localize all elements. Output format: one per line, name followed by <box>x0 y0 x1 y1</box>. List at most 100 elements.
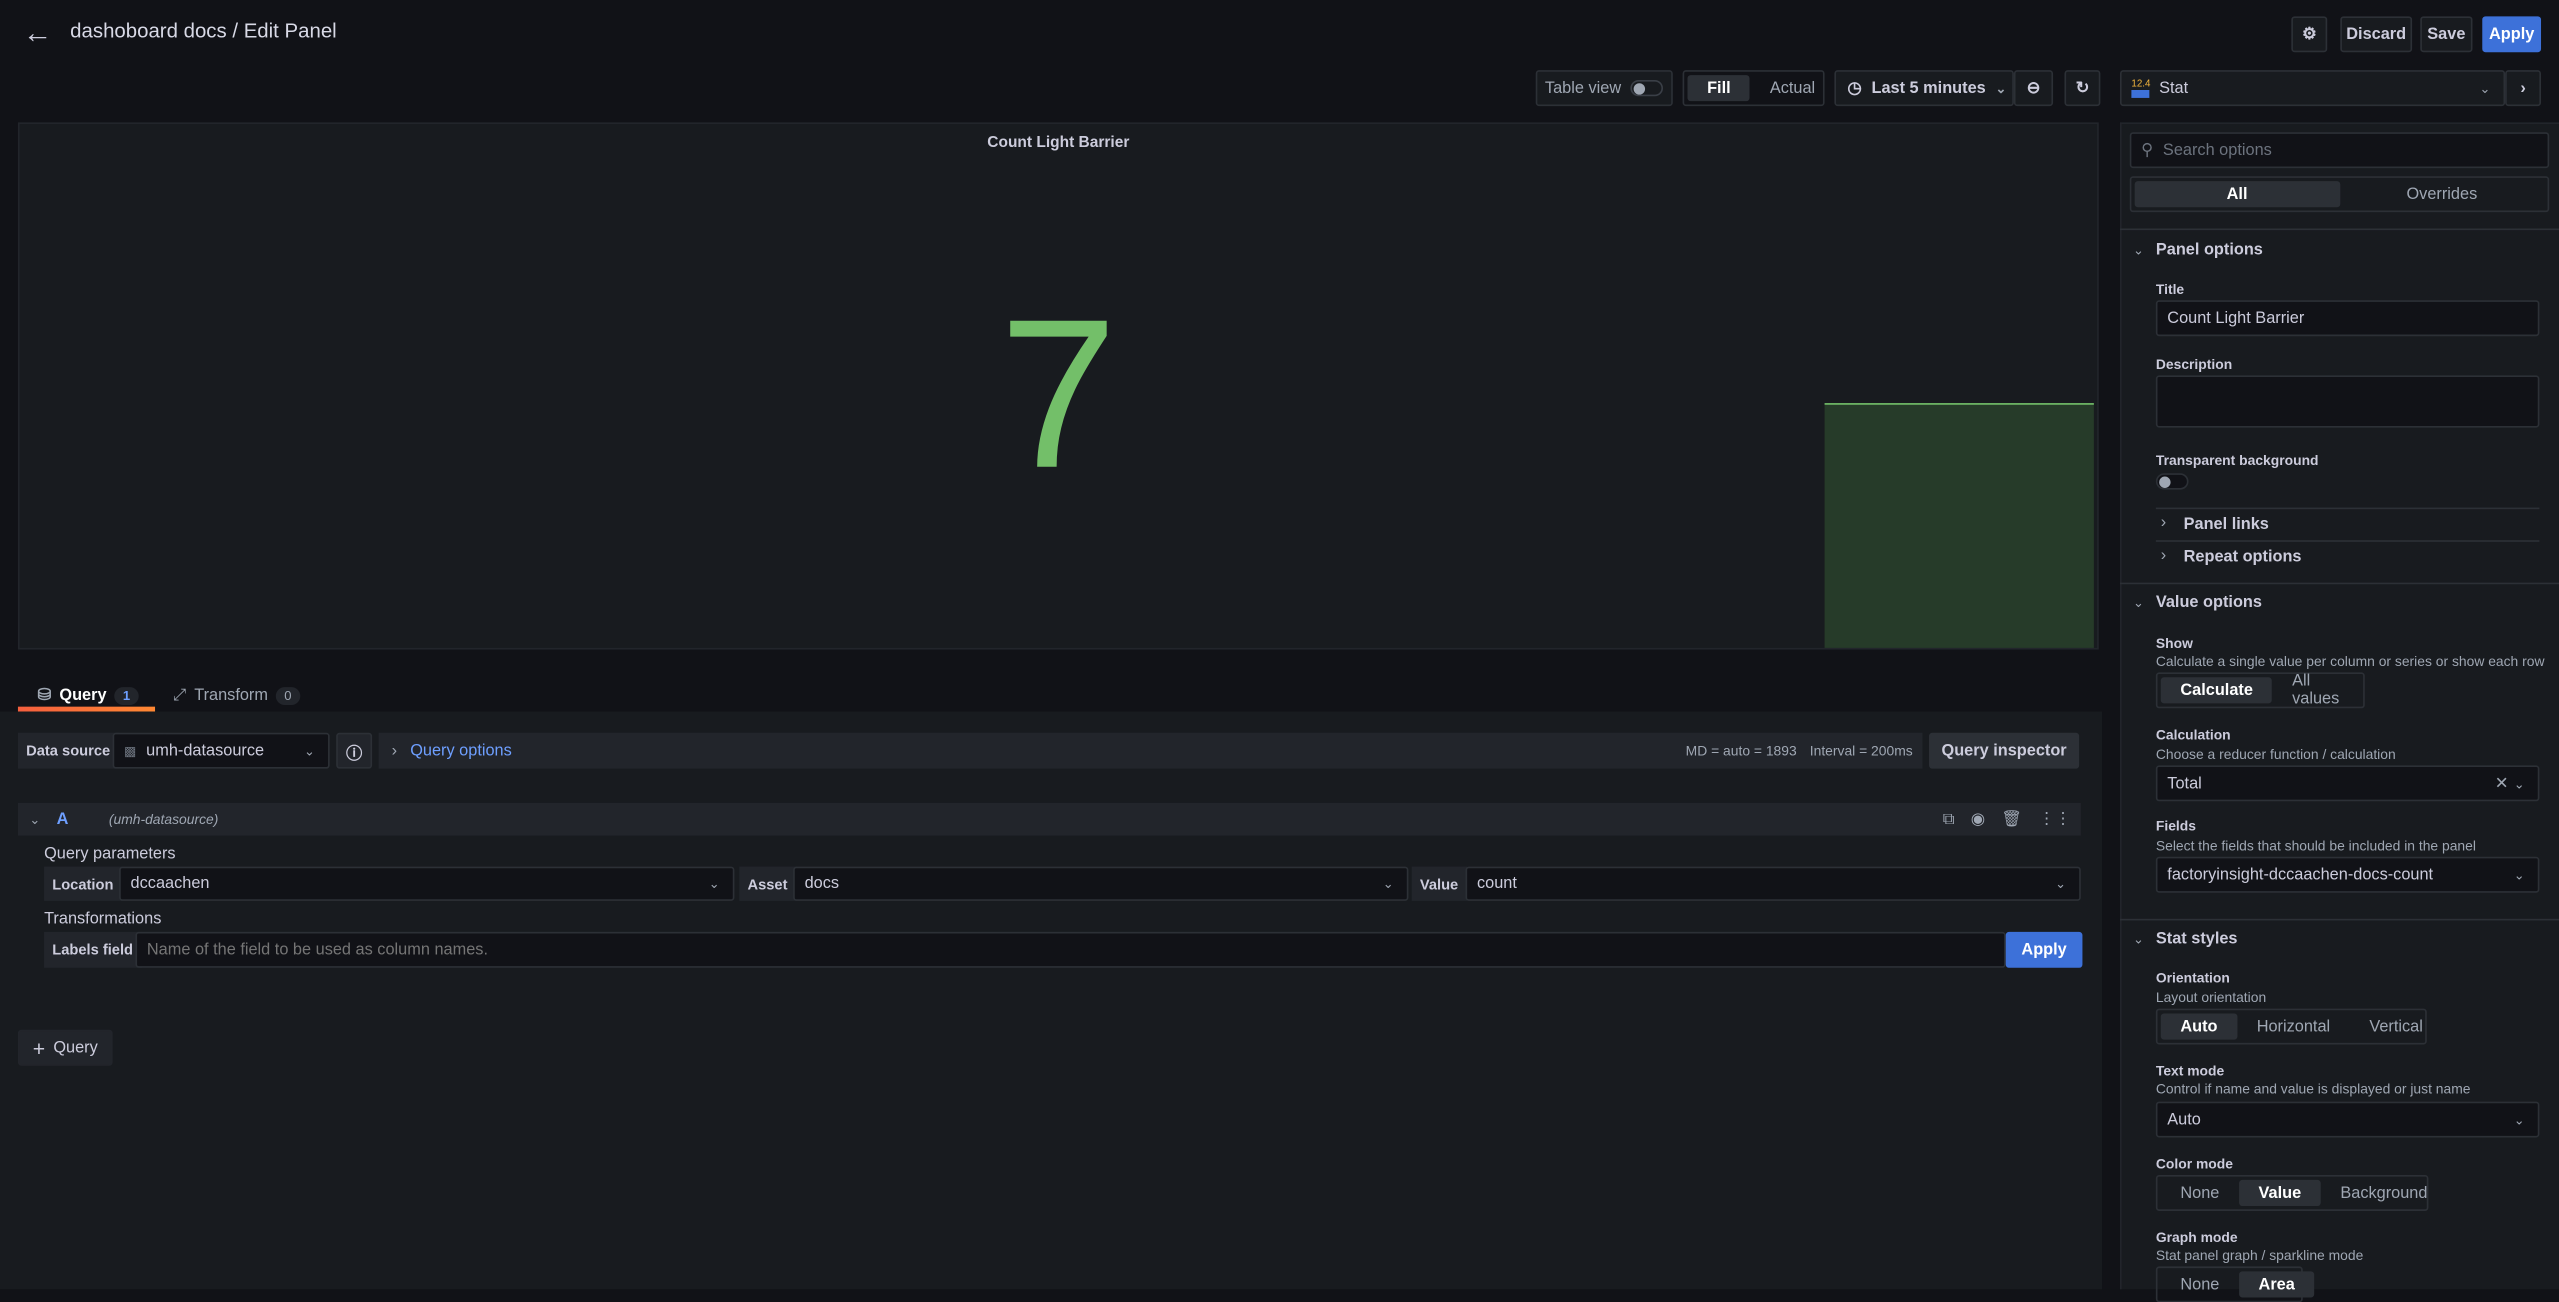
query-options-bar[interactable]: › Query options MD = auto = 1893 Interva… <box>378 732 1923 769</box>
fill-option[interactable]: Fill <box>1687 75 1751 102</box>
orientation-radio-group[interactable]: Auto Horizontal Vertical <box>2155 1008 2427 1045</box>
graph-mode-none-option[interactable]: None <box>2161 1271 2239 1297</box>
settings-button[interactable]: ⚙ <box>2291 16 2328 53</box>
visualization-label: Stat <box>2159 79 2189 98</box>
color-mode-background-option[interactable]: Background <box>2321 1180 2447 1206</box>
show-all-values-option[interactable]: All values <box>2273 672 2360 708</box>
max-data-points: MD = auto = 1893 <box>1685 742 1797 759</box>
datasource-label: Data source <box>17 732 119 769</box>
time-range-label: Last 5 minutes <box>1871 79 1986 98</box>
transparent-background-label: Transparent background <box>2155 452 2319 469</box>
apply-button[interactable]: Apply <box>2482 16 2542 53</box>
query-inspector-button[interactable]: Query inspector <box>1929 732 2080 769</box>
add-query-button[interactable]: + Query <box>17 1029 113 1066</box>
toggle-options-button[interactable]: › <box>2505 70 2542 107</box>
graph-mode-area-option[interactable]: Area <box>2238 1271 2315 1298</box>
fields-select[interactable]: factoryinsight-dccaachen-docs-count ⌄ <box>2155 856 2540 893</box>
chevron-down-icon: ⌄ <box>708 876 720 892</box>
value-select[interactable]: count ⌄ <box>1465 866 2081 901</box>
description-textarea[interactable] <box>2155 375 2540 428</box>
options-tabs[interactable]: All Overrides <box>2129 176 2550 213</box>
search-placeholder: Search options <box>2162 141 2272 160</box>
transform-icon: ⤢ <box>172 686 187 705</box>
title-input[interactable]: Count Light Barrier <box>2155 300 2540 337</box>
sparkline-area <box>1824 403 2094 648</box>
zoom-out-button[interactable]: ⊖ <box>2013 70 2054 107</box>
chevron-right-icon: › <box>2160 546 2167 565</box>
show-radio-group[interactable]: Calculate All values <box>2155 672 2365 709</box>
drag-handle-icon[interactable]: ⋮⋮ <box>2038 810 2071 828</box>
clear-icon[interactable]: ✕ <box>2495 774 2509 792</box>
asset-select[interactable]: docs ⌄ <box>793 866 1409 901</box>
zoom-out-icon: ⊖ <box>2026 79 2041 98</box>
tab-overrides[interactable]: Overrides <box>2339 181 2544 207</box>
clock-icon: ◷ <box>1847 79 1862 98</box>
labels-field-apply-button[interactable]: Apply <box>2005 931 2083 968</box>
asset-label: Asset <box>739 866 796 901</box>
value-label: Value <box>1411 866 1467 901</box>
graph-mode-radio-group[interactable]: None Area <box>2155 1266 2315 1302</box>
text-mode-value: Auto <box>2167 1110 2201 1129</box>
back-arrow-icon[interactable]: ← <box>23 16 52 50</box>
fill-actual-toggle[interactable]: Fill Actual <box>1682 70 1825 107</box>
location-value: dccaachen <box>130 874 210 893</box>
asset-value: docs <box>804 874 840 893</box>
orientation-auto-option[interactable]: Auto <box>2160 1013 2238 1040</box>
chevron-down-icon: ⌄ <box>2055 876 2067 892</box>
orientation-horizontal-option[interactable]: Horizontal <box>2237 1013 2350 1039</box>
show-description: Calculate a single value per column or s… <box>2155 652 2545 670</box>
refresh-icon: ↻ <box>2075 79 2090 98</box>
stat-styles-header[interactable]: Stat styles <box>2156 930 2238 948</box>
tab-label: Transform <box>194 686 268 705</box>
tab-transform[interactable]: ⤢ Transform 0 <box>173 679 300 712</box>
fields-value: factoryinsight-dccaachen-docs-count <box>2167 865 2434 884</box>
show-calculate-option[interactable]: Calculate <box>2160 677 2273 704</box>
visualization-picker[interactable]: 12.4 Stat ⌄ <box>2119 70 2506 107</box>
query-editor <box>0 711 2103 1290</box>
table-view-toggle[interactable]: Table view <box>1535 70 1673 107</box>
datasource-value: umh-datasource <box>146 741 265 760</box>
stat-value: 7 <box>999 274 1118 513</box>
color-mode-value-option[interactable]: Value <box>2238 1179 2321 1207</box>
query-row-header[interactable]: ⌄ A (umh-datasource) ⧉ ◉ 🗑 ⋮⋮ <box>17 802 2081 836</box>
chevron-down-icon[interactable]: ⌄ <box>2133 932 2144 947</box>
datasource-select[interactable]: ▩ umh-datasource ⌄ <box>112 732 330 769</box>
duplicate-icon[interactable]: ⧉ <box>1943 810 1955 828</box>
eye-icon[interactable]: ◉ <box>1971 810 1985 828</box>
chevron-down-icon[interactable]: ⌄ <box>2133 596 2144 611</box>
help-icon: ⓘ <box>345 745 363 763</box>
transparent-background-toggle[interactable] <box>2155 473 2189 490</box>
stat-viz-icon: 12.4 <box>2131 79 2150 98</box>
panel-options-header[interactable]: Panel options <box>2156 242 2263 260</box>
text-mode-select[interactable]: Auto ⌄ <box>2155 1101 2540 1138</box>
query-options-link[interactable]: Query options <box>410 742 512 760</box>
refresh-button[interactable]: ↻ <box>2064 70 2101 107</box>
panel-links-header[interactable]: Panel links <box>2184 516 2269 534</box>
color-mode-none-option[interactable]: None <box>2161 1180 2239 1206</box>
panel-title: Count Light Barrier <box>987 133 1130 152</box>
query-ref-id[interactable]: A <box>57 810 93 828</box>
time-range-picker[interactable]: ◷ Last 5 minutes ⌄ <box>1834 70 2014 107</box>
chevron-down-icon: ⌄ <box>1382 876 1394 892</box>
datasource-help-button[interactable]: ⓘ <box>336 732 373 769</box>
text-mode-description: Control if name and value is displayed o… <box>2155 1080 2471 1097</box>
fields-description: Select the fields that should be include… <box>2155 837 2476 854</box>
trash-icon[interactable]: 🗑 <box>2001 810 2022 828</box>
tab-all[interactable]: All <box>2134 181 2340 208</box>
toggle-switch[interactable] <box>1630 79 1664 97</box>
color-mode-radio-group[interactable]: None Value Background <box>2155 1175 2429 1211</box>
search-options-input[interactable]: ⚲ Search options <box>2129 132 2550 169</box>
add-query-label: Query <box>53 1038 98 1057</box>
value-options-header[interactable]: Value options <box>2156 594 2262 612</box>
calculation-select[interactable]: Total ✕ ⌄ <box>2155 765 2540 802</box>
repeat-options-header[interactable]: Repeat options <box>2184 548 2302 566</box>
collapse-chevron-icon[interactable]: ⌄ <box>29 812 40 827</box>
discard-button[interactable]: Discard <box>2340 16 2413 53</box>
labels-field-input[interactable] <box>135 931 2006 968</box>
chevron-down-icon: ⌄ <box>2513 1112 2525 1127</box>
location-select[interactable]: dccaachen ⌄ <box>119 866 735 901</box>
actual-option[interactable]: Actual <box>1750 75 1835 101</box>
chevron-down-icon[interactable]: ⌄ <box>2133 243 2144 258</box>
orientation-vertical-option[interactable]: Vertical <box>2350 1013 2443 1039</box>
save-button[interactable]: Save <box>2420 16 2473 53</box>
